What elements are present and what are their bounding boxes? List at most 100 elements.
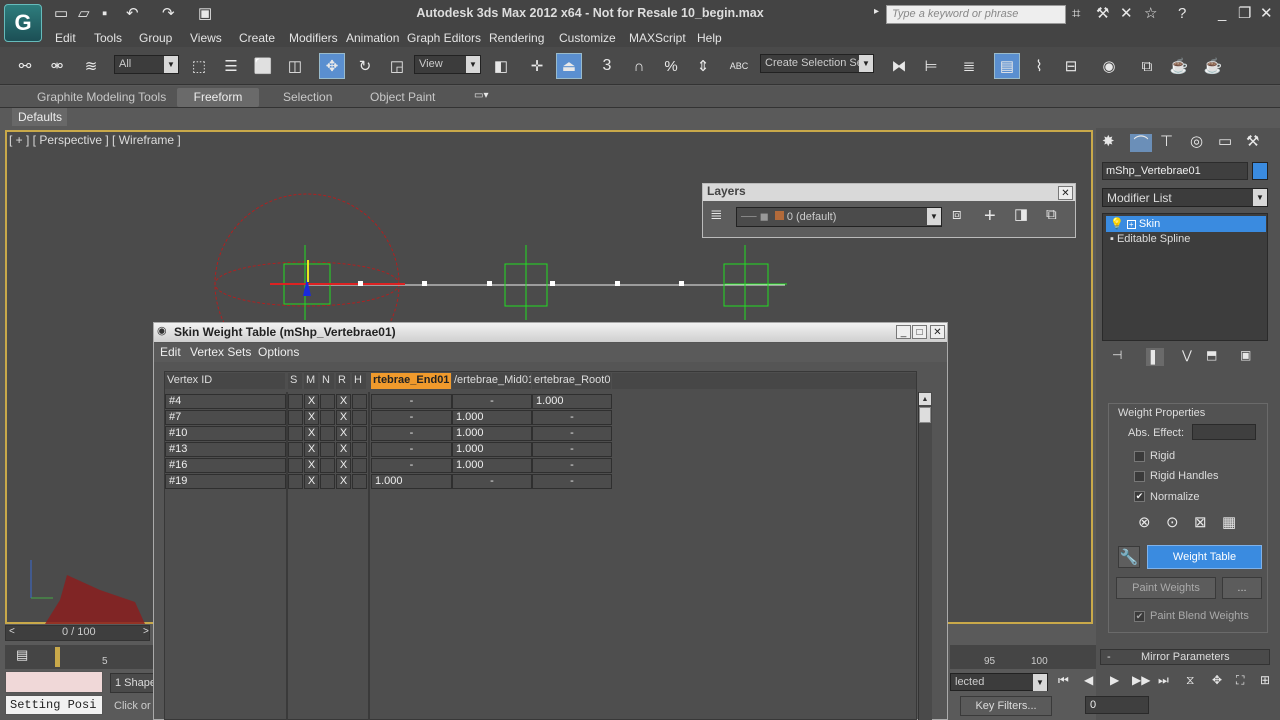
tab-freeform[interactable]: Freeform [177, 88, 259, 107]
weight-cell[interactable]: 1.000 [452, 426, 532, 441]
weight-cell[interactable]: - [532, 474, 612, 489]
mini-curve-editor-icon[interactable]: ▤ [16, 648, 28, 661]
s-flag-cell[interactable] [288, 442, 303, 457]
h-flag-cell[interactable] [352, 394, 367, 409]
window-maximize-icon[interactable]: □ [912, 325, 927, 339]
restore-icon[interactable]: ❐ [1238, 6, 1251, 21]
n-flag-cell[interactable] [320, 394, 335, 409]
percent-snap-icon[interactable]: % [658, 53, 684, 79]
select-excluded-icon[interactable]: ⊠ [1194, 515, 1207, 530]
stack-item-editable-spline[interactable]: ▪ Editable Spline [1110, 233, 1190, 245]
unlink-icon[interactable]: ⚮ [44, 53, 70, 79]
vertex-id-cell[interactable]: #13 [165, 442, 286, 457]
align-icon[interactable]: ⊨ [918, 53, 944, 79]
keyboard-shortcut-override-icon[interactable]: ⏏ [556, 53, 582, 79]
weight-cell[interactable]: - [532, 458, 612, 473]
s-flag-cell[interactable] [288, 426, 303, 441]
maxscript-listener-mini[interactable] [5, 671, 103, 693]
layer-properties-icon[interactable]: ⧈ [952, 207, 962, 222]
h-flag-cell[interactable] [352, 458, 367, 473]
weight-cell[interactable]: - [371, 394, 452, 409]
menu-modifiers[interactable]: Modifiers [289, 31, 338, 45]
favorites-star-icon[interactable]: ☆ [1144, 6, 1157, 21]
normalize-checkbox[interactable]: ✔ [1134, 491, 1145, 502]
bind-space-warp-icon[interactable]: ≋ [78, 53, 104, 79]
weight-cell[interactable]: - [371, 426, 452, 441]
rigid-checkbox[interactable] [1134, 451, 1145, 462]
key-selection-dropdown[interactable]: lected ▼ [950, 673, 1048, 691]
modify-tab-icon[interactable]: ⌒ [1130, 134, 1152, 152]
select-and-scale-icon[interactable]: ◲ [384, 53, 410, 79]
select-layer-icon[interactable]: ⧉ [1046, 207, 1057, 222]
motion-tab-icon[interactable]: ◎ [1190, 134, 1203, 149]
scroll-up-icon[interactable]: ▲ [919, 393, 931, 405]
weight-tool-icon[interactable]: 🔧 [1118, 546, 1140, 568]
menu-tools[interactable]: Tools [94, 31, 122, 45]
go-to-start-icon[interactable]: ⏮ [1058, 674, 1069, 686]
vertex-id-cell[interactable]: #19 [165, 474, 286, 489]
current-frame-field[interactable]: 0 [1085, 696, 1149, 714]
weight-cell[interactable]: - [452, 474, 532, 489]
menu-maxscript[interactable]: MAXScript [629, 31, 686, 45]
s-flag-cell[interactable] [288, 410, 303, 425]
m-flag-cell[interactable]: X [304, 394, 319, 409]
weight-cell[interactable]: - [371, 458, 452, 473]
previous-frame-icon[interactable]: ◀ [1084, 674, 1093, 686]
weight-cell[interactable]: 1.000 [452, 442, 532, 457]
hierarchy-tab-icon[interactable]: ⊤ [1160, 134, 1173, 149]
paint-options-button[interactable]: ... [1222, 577, 1262, 599]
menu-group[interactable]: Group [139, 31, 172, 45]
n-flag-cell[interactable] [320, 442, 335, 457]
pivot-center-icon[interactable]: ◧ [488, 53, 514, 79]
named-selection-dropdown[interactable]: Create Selection Se ▼ [760, 54, 874, 73]
create-tab-icon[interactable]: ✸ [1102, 134, 1115, 149]
paint-weights-button[interactable]: Paint Weights [1116, 577, 1216, 599]
key-mode-icon[interactable]: ⧖ [1186, 674, 1194, 686]
time-slider-right-icon[interactable]: > [143, 626, 149, 637]
rectangular-selection-icon[interactable]: ⬜ [250, 53, 276, 79]
subscription-icon[interactable]: ⚒ [1096, 6, 1109, 21]
close-icon[interactable]: ✕ [1260, 6, 1273, 21]
h-flag-cell[interactable] [352, 474, 367, 489]
weight-cell[interactable]: 1.000 [532, 394, 612, 409]
binoculars-icon[interactable]: ⌗ [1072, 6, 1080, 21]
toggle-ribbon-icon[interactable]: ▤ [994, 53, 1020, 79]
menu-customize[interactable]: Customize [559, 31, 616, 45]
next-frame-icon[interactable]: ▶▶ [1132, 674, 1150, 686]
tab-selection[interactable]: Selection [283, 90, 332, 104]
n-flag-cell[interactable] [320, 458, 335, 473]
tab-graphite-modeling-tools[interactable]: Graphite Modeling Tools [37, 90, 166, 104]
search-input[interactable]: Type a keyword or phrase [886, 5, 1066, 24]
render-setup-icon[interactable]: ⧉ [1134, 53, 1160, 79]
vertex-id-cell[interactable]: #4 [165, 394, 286, 409]
menu-graph-editors[interactable]: Graph Editors [407, 31, 481, 45]
angle-snap-icon[interactable]: ∩ [626, 53, 652, 79]
include-verts-icon[interactable]: ⊙ [1166, 515, 1179, 530]
select-by-name-icon[interactable]: ☰ [218, 53, 244, 79]
utilities-tab-icon[interactable]: ⚒ [1246, 134, 1259, 149]
make-unique-icon[interactable]: ⋁ [1182, 349, 1192, 361]
rendered-frame-window-icon[interactable]: ☕ [1166, 53, 1192, 79]
weight-table-button[interactable]: Weight Table [1147, 545, 1262, 569]
menu-edit[interactable]: Edit [55, 31, 76, 45]
vertex-id-cell[interactable]: #7 [165, 410, 286, 425]
edit-named-selection-icon[interactable]: ABC [726, 53, 752, 79]
material-editor-icon[interactable]: ◉ [1096, 53, 1122, 79]
zoom-icon[interactable]: ✥ [1212, 674, 1222, 686]
minimize-icon[interactable]: _ [1218, 6, 1226, 21]
h-flag-cell[interactable] [352, 442, 367, 457]
expand-arrow-icon[interactable]: ▸ [874, 7, 879, 17]
weight-cell[interactable]: - [532, 442, 612, 457]
redo-icon[interactable]: ↷ [162, 6, 175, 21]
bone-header-end[interactable]: rtebrae_End01 [371, 373, 451, 389]
r-flag-cell[interactable]: X [336, 426, 351, 441]
app-logo-icon[interactable]: G [4, 4, 42, 42]
weight-cell[interactable]: 1.000 [371, 474, 452, 489]
menu-views[interactable]: Views [190, 31, 222, 45]
h-flag-cell[interactable] [352, 426, 367, 441]
play-icon[interactable]: ▶ [1110, 674, 1119, 686]
snaps-toggle-icon[interactable]: 3 [594, 53, 620, 79]
select-and-move-icon[interactable]: ✥ [319, 53, 345, 79]
zoom-all-icon[interactable]: ⊞ [1260, 674, 1270, 686]
display-tab-icon[interactable]: ▭ [1218, 134, 1232, 149]
